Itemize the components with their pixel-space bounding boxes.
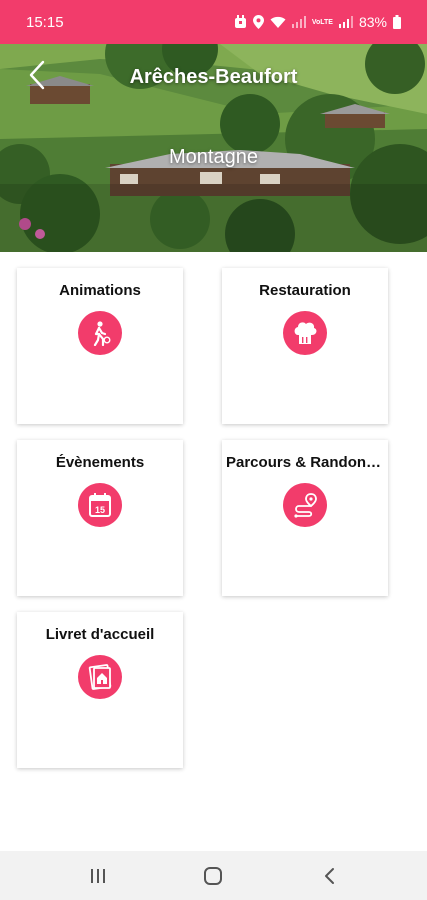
card-animations[interactable]: Animations bbox=[17, 268, 183, 424]
welcome-booklet-icon bbox=[78, 655, 122, 699]
hero-banner: Arêches-Beaufort Montagne bbox=[0, 44, 427, 252]
alarm-icon bbox=[234, 15, 246, 28]
battery-percent: 83% bbox=[358, 14, 387, 30]
system-nav-bar bbox=[0, 851, 427, 900]
location-icon bbox=[252, 15, 264, 29]
status-time: 15:15 bbox=[26, 13, 64, 31]
battery-icon bbox=[393, 15, 401, 29]
card-title: Livret d'accueil bbox=[45, 626, 155, 643]
system-back-button[interactable] bbox=[309, 856, 349, 896]
chef-hat-icon bbox=[283, 311, 327, 355]
wifi-icon bbox=[270, 16, 286, 28]
recent-apps-icon bbox=[90, 868, 105, 883]
status-bar: 15:15 VoLTE 83% bbox=[0, 0, 427, 44]
card-restauration[interactable]: Restauration bbox=[222, 268, 388, 424]
card-title: Évènements bbox=[55, 454, 145, 471]
page-subtitle: Montagne bbox=[169, 146, 258, 168]
home-icon bbox=[204, 866, 223, 885]
home-button[interactable] bbox=[193, 856, 233, 896]
calendar-icon: 15 bbox=[78, 483, 122, 527]
signal-icon-2 bbox=[338, 16, 353, 28]
card-livret-accueil[interactable]: Livret d'accueil bbox=[17, 612, 183, 768]
status-icons: VoLTE 83% bbox=[234, 14, 401, 30]
card-title: Restauration bbox=[259, 282, 351, 299]
card-title: Animations bbox=[59, 282, 141, 299]
walking-person-icon bbox=[78, 311, 122, 355]
recent-apps-button[interactable] bbox=[78, 856, 118, 896]
card-evenements[interactable]: Évènements 15 bbox=[17, 440, 183, 596]
card-parcours[interactable]: Parcours & Randonnées bbox=[222, 440, 388, 596]
signal-icon bbox=[291, 16, 306, 28]
route-icon bbox=[283, 483, 327, 527]
back-icon bbox=[325, 867, 335, 884]
calendar-day-text: 15 bbox=[95, 505, 105, 515]
network-label: VoLTE bbox=[311, 18, 333, 26]
page-title: Arêches-Beaufort bbox=[129, 66, 298, 88]
card-title: Parcours & Randonnées bbox=[226, 454, 384, 471]
